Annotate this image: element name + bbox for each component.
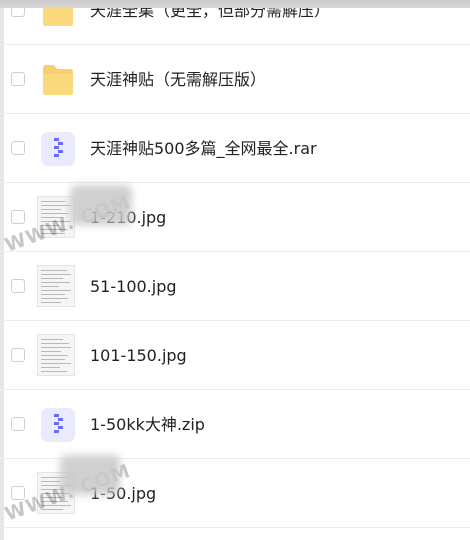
file-row[interactable]: 1-50kk大神.zip [0,390,470,459]
file-name: 101-150.jpg [90,346,187,365]
row-checkbox[interactable] [11,348,25,362]
file-row[interactable]: 天涯神贴（无需解压版） [0,45,470,114]
row-checkbox[interactable] [11,210,25,224]
archive-icon [41,408,75,442]
file-name: 1-50kk大神.zip [90,415,205,434]
file-row[interactable]: 1-210.jpg [0,183,470,252]
top-status-strip [0,0,470,8]
row-checkbox[interactable] [11,141,25,155]
file-name: 天涯神贴（无需解压版） [90,70,267,89]
file-list: 天涯全集（更全，但部分需解压） 天涯神贴（无需解压版） 天涯神贴500多篇_全网… [0,0,470,528]
file-name: 1-50.jpg [90,484,157,503]
image-thumbnail-icon [37,472,75,514]
file-row[interactable]: 天涯神贴500多篇_全网最全.rar [0,114,470,183]
row-checkbox[interactable] [11,417,25,431]
file-name: 51-100.jpg [90,277,177,296]
file-browser-screen: 天涯全集（更全，但部分需解压） 天涯神贴（无需解压版） 天涯神贴500多篇_全网… [0,0,470,540]
file-row[interactable]: 51-100.jpg [0,252,470,321]
row-checkbox[interactable] [11,72,25,86]
row-checkbox[interactable] [11,486,25,500]
file-name: 天涯神贴500多篇_全网最全.rar [90,139,317,158]
image-thumbnail-icon [37,196,75,238]
image-thumbnail-icon [37,265,75,307]
file-row[interactable]: 101-150.jpg [0,321,470,390]
image-thumbnail-icon [37,334,75,376]
file-name: 1-210.jpg [90,208,167,227]
archive-icon [41,132,75,166]
file-row[interactable]: 1-50.jpg [0,459,470,528]
folder-icon [43,65,73,95]
row-checkbox[interactable] [11,279,25,293]
